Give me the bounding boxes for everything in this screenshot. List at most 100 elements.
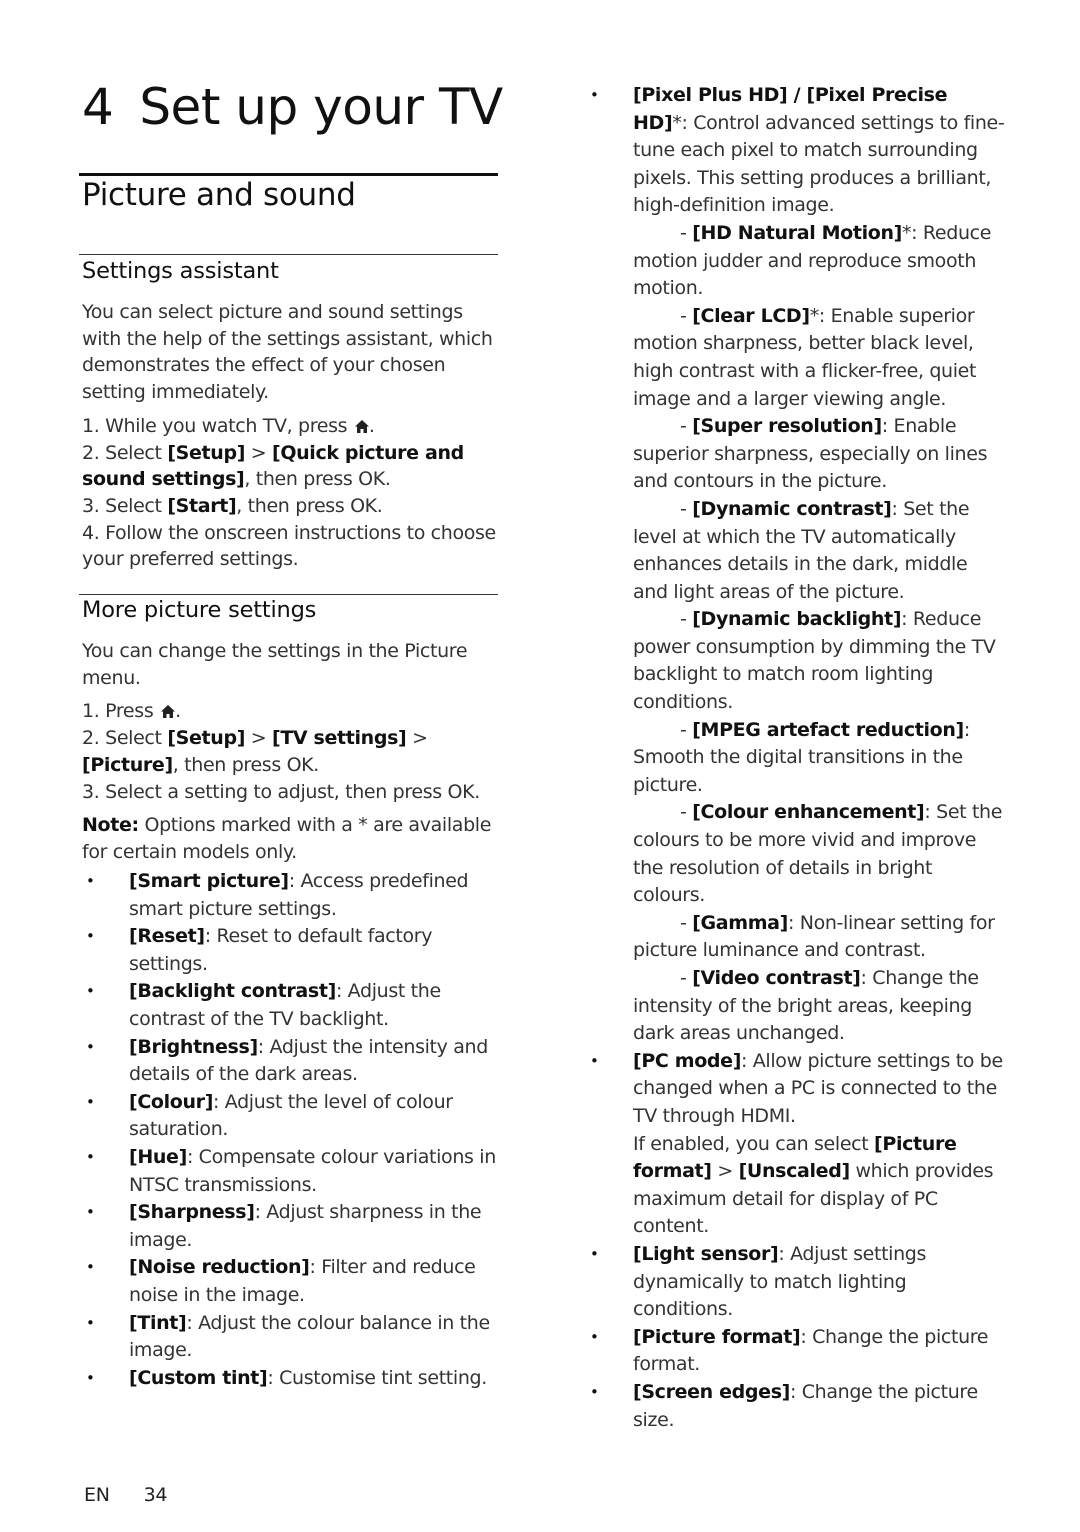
bullet-icon: • (590, 1051, 599, 1070)
advanced-settings-list: • [Pixel Plus HD] / [Pixel Precise HD]*:… (586, 82, 1006, 1434)
setting-term: [Brightness] (129, 1035, 258, 1058)
bullet-icon: • (86, 1368, 95, 1387)
section-title: Picture and sound (82, 177, 356, 213)
list-item-pc-mode: • [PC mode]: Allow picture settings to b… (586, 1048, 1006, 1241)
sub-setting-item: - [Clear LCD]*: Enable superior motion s… (633, 304, 977, 410)
chapter-number: 4 (82, 78, 114, 136)
setting-description: : Customise tint setting. (267, 1366, 487, 1389)
more-picture-heading: More picture settings (82, 597, 317, 623)
setting-term: [Picture format] (633, 1325, 801, 1348)
setting-term: [Super resolution] (692, 415, 882, 438)
step-3: 3. Select [Start], then press OK. (82, 494, 383, 517)
pc-mode-extra: If enabled, you can select [Picture form… (633, 1132, 994, 1238)
setting-term: [Reset] (129, 925, 205, 948)
sub-setting-item: - [Super resolution]: Enable superior sh… (586, 413, 1006, 496)
list-item: • [Sharpness]: Adjust sharpness in the im… (82, 1199, 502, 1254)
sub-setting-item: - [Colour enhancement]: Set the colours … (586, 799, 1006, 909)
step-3: 3. Select a setting to adjust, then pres… (82, 780, 480, 803)
bullet-icon: • (590, 1327, 599, 1346)
list-item: • [Hue]: Compensate colour variations in … (82, 1144, 502, 1199)
list-item-pixel-plus: • [Pixel Plus HD] / [Pixel Precise HD]*:… (586, 82, 1006, 1048)
settings-assistant-heading: Settings assistant (82, 258, 279, 284)
sub-setting-item: - [Dynamic backlight]: Reduce power cons… (586, 606, 1006, 716)
more-picture-body: You can change the settings in the Pictu… (82, 638, 502, 866)
home-icon (161, 705, 176, 719)
bullet-icon: • (86, 927, 95, 946)
dash-icon: - (680, 304, 693, 327)
list-item: • [Colour]: Adjust the level of colour sa… (82, 1089, 502, 1144)
note: Note: Options marked with a * are availa… (82, 814, 492, 863)
note-label: Note: (82, 814, 139, 837)
bullet-icon: • (590, 1382, 599, 1401)
subsection-divider (79, 254, 498, 255)
setting-term: [Dynamic contrast] (692, 497, 892, 520)
home-icon (354, 419, 369, 433)
setting-term: [MPEG artefact reduction] (692, 718, 964, 741)
chapter-title-text: Set up your TV (139, 78, 503, 136)
dash-icon: - (680, 718, 693, 741)
step-1: 1. While you watch TV, press . (82, 414, 375, 437)
bullet-icon: • (86, 982, 95, 1001)
setting-term: [HD Natural Motion] (692, 221, 902, 244)
list-item: • [Reset]: Reset to default factory setti… (82, 923, 502, 978)
setting-term: [Backlight contrast] (129, 980, 336, 1003)
bullet-icon: • (590, 1244, 599, 1263)
bullet-icon: • (86, 1203, 95, 1222)
setting-term: [Colour enhancement] (692, 801, 925, 824)
step-4: 4. Follow the onscreen instructions to c… (82, 521, 496, 571)
bullet-icon: • (86, 1258, 95, 1277)
setting-term: [Video contrast] (692, 967, 861, 989)
setting-term: [Sharpness] (129, 1201, 255, 1224)
dash-icon: - (680, 967, 693, 989)
picture-settings-list: • [Smart picture]: Access predefined smar… (82, 868, 502, 1392)
dash-icon: - (680, 221, 693, 244)
dash-icon: - (680, 497, 693, 520)
list-item: • [Smart picture]: Access predefined smar… (82, 868, 502, 923)
list-item: • [Backlight contrast]: Adjust the contra… (82, 978, 502, 1033)
chapter-title: 4 Set up your TV (82, 78, 503, 136)
sub-setting-item: - [Dynamic contrast]: Set the level at w… (586, 496, 1006, 606)
list-item: • [Noise reduction]: Filter and reduce no… (82, 1254, 502, 1309)
page-number: 34 (143, 1484, 168, 1506)
dash-icon: - (680, 608, 693, 631)
dash-icon: - (680, 801, 693, 824)
bullet-icon: • (86, 1313, 95, 1332)
dash-icon: - (680, 415, 693, 438)
dash-icon: - (680, 911, 693, 934)
sub-setting-item: - [MPEG artefact reduction]: Smooth the … (586, 717, 1006, 800)
section-divider (79, 173, 498, 176)
setting-term: [Dynamic backlight] (692, 608, 902, 631)
bullet-icon: • (86, 872, 95, 890)
setting-term: [Light sensor] (633, 1242, 779, 1265)
language-code: EN (84, 1484, 110, 1506)
bullet-icon: • (86, 1147, 95, 1166)
setting-term: [Smart picture] (129, 870, 289, 892)
step-1: 1. Press . (82, 700, 181, 723)
settings-assistant-body: You can select picture and sound setting… (82, 299, 502, 573)
bullet-icon: • (86, 1037, 95, 1056)
sub-setting-item: - [HD Natural Motion]*: Reduce motion ju… (633, 221, 992, 300)
sub-setting-item: - [Gamma]: Non-linear setting for pictur… (586, 910, 1006, 965)
setting-term: [Hue] (129, 1145, 187, 1168)
list-item: • [Screen edges]: Change the picture size… (586, 1379, 1006, 1434)
subsection-divider (79, 594, 498, 595)
page-footer: EN 34 (84, 1484, 167, 1506)
list-item: • [Light sensor]: Adjust settings dynamic… (586, 1241, 1006, 1324)
step-2: 2. Select [Setup] > [Quick picture and s… (82, 441, 464, 491)
setting-term: [Gamma] (692, 911, 788, 934)
setting-term: [Noise reduction] (129, 1256, 310, 1279)
bullet-icon: • (590, 86, 599, 104)
setting-term: [Clear LCD] (692, 304, 810, 327)
sub-setting-item: - [Video contrast]: Change the intensity… (586, 965, 1006, 1048)
setting-term: [Tint] (129, 1311, 187, 1334)
list-item: • [Custom tint]: Customise tint setting. (82, 1365, 502, 1393)
step-2: 2. Select [Setup] > [TV settings] > [Pic… (82, 727, 428, 776)
more-picture-intro: You can change the settings in the Pictu… (82, 640, 468, 689)
list-item: • [Picture format]: Change the picture fo… (586, 1324, 1006, 1379)
setting-term: [Colour] (129, 1090, 214, 1113)
setting-term: [Screen edges] (633, 1380, 790, 1403)
list-item: • [Tint]: Adjust the colour balance in th… (82, 1310, 502, 1365)
setting-term: [Custom tint] (129, 1366, 268, 1389)
bullet-icon: • (86, 1092, 95, 1111)
list-item: • [Brightness]: Adjust the intensity and … (82, 1034, 502, 1089)
